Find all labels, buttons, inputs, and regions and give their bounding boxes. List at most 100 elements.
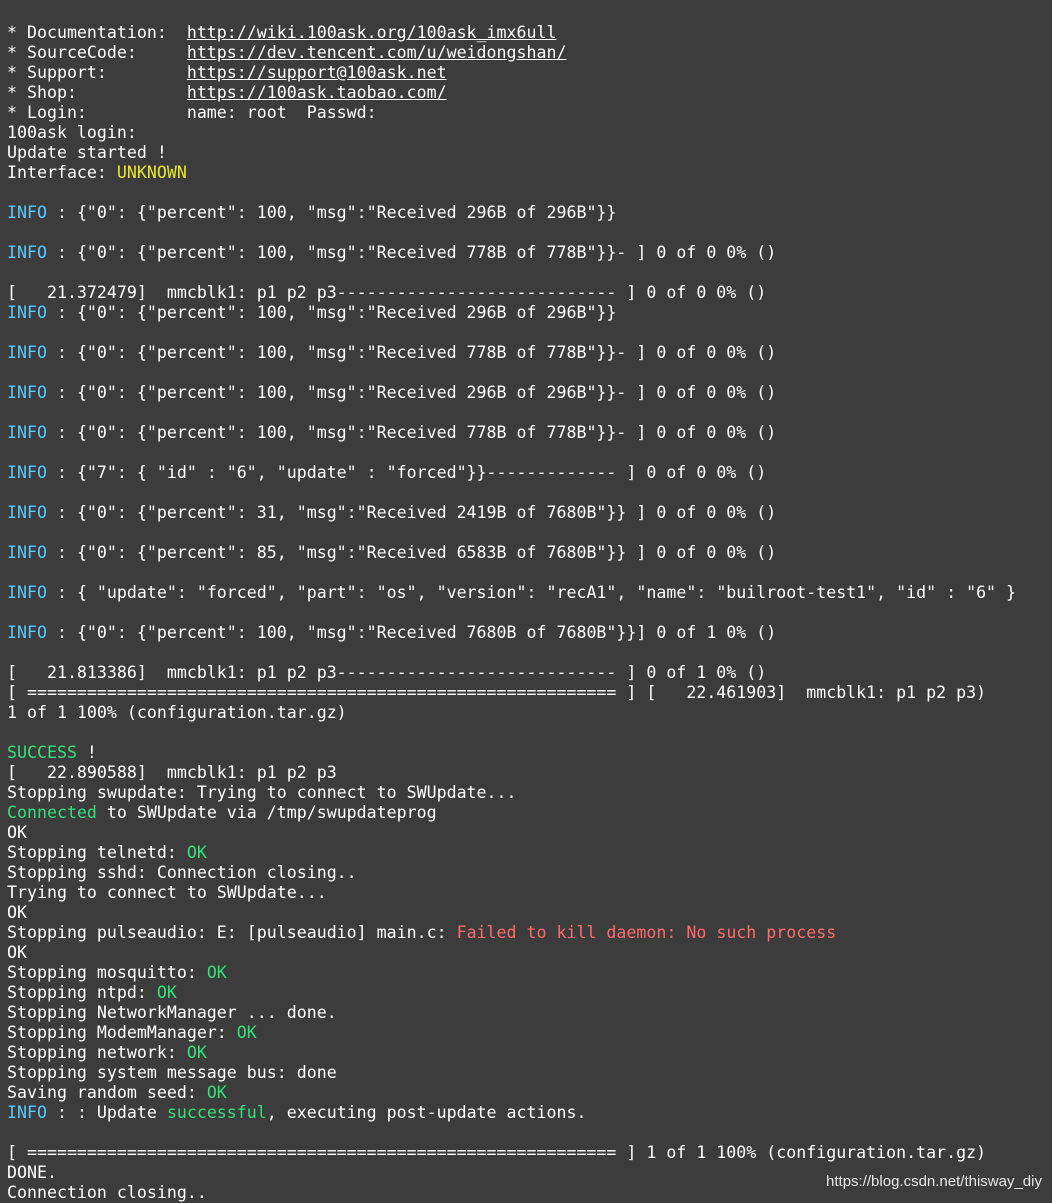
terminal-line: INFO : {"0": {"percent": 100, "msg":"Rec… bbox=[7, 623, 1052, 643]
terminal-link[interactable]: https://support@100ask.net bbox=[187, 63, 447, 82]
terminal-line: [ 21.813386] mmcblk1: p1 p2 p3----------… bbox=[7, 663, 1052, 683]
terminal-text: OK bbox=[206, 1083, 227, 1102]
terminal-line: [ 21.372479] mmcblk1: p1 p2 p3----------… bbox=[7, 283, 1052, 303]
terminal-text: OK bbox=[156, 983, 177, 1002]
terminal-text: : { "update": "forced", "part": "os", "v… bbox=[46, 583, 1017, 602]
terminal-line: INFO : {"0": {"percent": 100, "msg":"Rec… bbox=[7, 203, 1052, 223]
terminal-text: : {"0": {"percent": 100, "msg":"Received… bbox=[46, 383, 777, 402]
terminal-text: INFO bbox=[7, 463, 47, 482]
terminal-text: : : Update bbox=[46, 1103, 167, 1122]
terminal-text: Trying to connect to SWUpdate... bbox=[7, 883, 327, 902]
terminal-text: Stopping ntpd: bbox=[7, 983, 157, 1002]
terminal-text: INFO bbox=[7, 623, 47, 642]
terminal-line: * Support: https://support@100ask.net bbox=[7, 63, 1052, 83]
terminal-text: Saving random seed: bbox=[7, 1083, 207, 1102]
terminal-text: UNKNOWN bbox=[116, 163, 187, 182]
terminal-text: [ ======================================… bbox=[7, 683, 987, 702]
terminal-text: OK bbox=[7, 943, 27, 962]
terminal-text: : {"0": {"percent": 100, "msg":"Received… bbox=[46, 623, 777, 642]
terminal-text: INFO bbox=[7, 1103, 47, 1122]
terminal-line: INFO : : Update successful, executing po… bbox=[7, 1103, 1052, 1123]
terminal-text: Stopping ModemManager: bbox=[7, 1023, 237, 1042]
terminal-text: Stopping system message bus: done bbox=[7, 1063, 337, 1082]
terminal-line: OK bbox=[7, 903, 1052, 923]
terminal-text: OK bbox=[186, 843, 207, 862]
terminal-line: SUCCESS ! bbox=[7, 743, 1052, 763]
terminal-text: : {"0": {"percent": 31, "msg":"Received … bbox=[46, 503, 777, 522]
terminal-line: INFO : { "update": "forced", "part": "os… bbox=[7, 583, 1052, 603]
terminal-line: INFO : {"0": {"percent": 100, "msg":"Rec… bbox=[7, 303, 1052, 323]
terminal-line: 100ask login: bbox=[7, 123, 1052, 143]
terminal-line: [ 22.890588] mmcblk1: p1 p2 p3 bbox=[7, 763, 1052, 783]
terminal-text: successful bbox=[166, 1103, 267, 1122]
terminal-line: Stopping network: OK bbox=[7, 1043, 1052, 1063]
terminal-text: * Shop: bbox=[7, 83, 187, 102]
terminal-line: INFO : {"0": {"percent": 100, "msg":"Rec… bbox=[7, 423, 1052, 443]
terminal-line: INFO : {"0": {"percent": 85, "msg":"Rece… bbox=[7, 543, 1052, 563]
terminal-text: Stopping sshd: Connection closing.. bbox=[7, 863, 357, 882]
terminal-text: Stopping swupdate: Trying to connect to … bbox=[7, 783, 517, 802]
terminal-text: SUCCESS bbox=[7, 743, 77, 762]
terminal-line: Stopping ModemManager: OK bbox=[7, 1023, 1052, 1043]
terminal-text: : {"0": {"percent": 85, "msg":"Received … bbox=[46, 543, 777, 562]
terminal-text: * Support: bbox=[7, 63, 187, 82]
terminal-output[interactable]: * Documentation: http://wiki.100ask.org/… bbox=[0, 23, 1052, 1202]
terminal-line: * Documentation: http://wiki.100ask.org/… bbox=[7, 23, 1052, 43]
terminal-text: [ 22.890588] mmcblk1: p1 p2 p3 bbox=[7, 763, 337, 782]
terminal-line: Stopping ntpd: OK bbox=[7, 983, 1052, 1003]
terminal-text: DONE. bbox=[7, 1163, 57, 1182]
terminal-link[interactable]: http://wiki.100ask.org/100ask_imx6ull bbox=[187, 23, 557, 42]
terminal-text: ! bbox=[76, 743, 97, 762]
terminal-text: , executing post-update actions. bbox=[266, 1103, 587, 1122]
terminal-text: : {"0": {"percent": 100, "msg":"Received… bbox=[46, 343, 777, 362]
terminal-link[interactable]: https://dev.tencent.com/u/weidongshan/ bbox=[187, 43, 567, 62]
terminal-line: OK bbox=[7, 943, 1052, 963]
terminal-text: 100ask login: bbox=[7, 123, 137, 142]
terminal-text: Stopping pulseaudio: E: [pulseaudio] mai… bbox=[7, 923, 457, 942]
terminal-text: OK bbox=[236, 1023, 257, 1042]
terminal-text: INFO bbox=[7, 343, 47, 362]
terminal-text: : {"0": {"percent": 100, "msg":"Received… bbox=[46, 303, 617, 322]
terminal-text: INFO bbox=[7, 243, 47, 262]
terminal-line: Stopping NetworkManager ... done. bbox=[7, 1003, 1052, 1023]
terminal-line: Update started ! bbox=[7, 143, 1052, 163]
terminal-text: 1 of 1 100% (configuration.tar.gz) bbox=[7, 703, 347, 722]
terminal-text: Interface: bbox=[7, 163, 117, 182]
terminal-line: INFO : {"0": {"percent": 100, "msg":"Rec… bbox=[7, 343, 1052, 363]
terminal-line: [ ======================================… bbox=[7, 1143, 1052, 1163]
terminal-text: [ 21.813386] mmcblk1: p1 p2 p3----------… bbox=[7, 663, 767, 682]
terminal-line: * Shop: https://100ask.taobao.com/ bbox=[7, 83, 1052, 103]
terminal-line: * Login: name: root Passwd: bbox=[7, 103, 1052, 123]
terminal-text: : {"0": {"percent": 100, "msg":"Received… bbox=[46, 423, 777, 442]
terminal-link[interactable]: https://100ask.taobao.com/ bbox=[187, 83, 447, 102]
terminal-line: Stopping pulseaudio: E: [pulseaudio] mai… bbox=[7, 923, 1052, 943]
terminal-line: INFO : {"0": {"percent": 100, "msg":"Rec… bbox=[7, 243, 1052, 263]
terminal-text: * Documentation: bbox=[7, 23, 187, 42]
terminal-text: INFO bbox=[7, 303, 47, 322]
terminal-text: to SWUpdate via /tmp/swupdateprog bbox=[96, 803, 437, 822]
terminal-text: INFO bbox=[7, 383, 47, 402]
terminal-text: INFO bbox=[7, 583, 47, 602]
terminal-text: INFO bbox=[7, 203, 47, 222]
terminal-text: INFO bbox=[7, 423, 47, 442]
terminal-text: [ 21.372479] mmcblk1: p1 p2 p3----------… bbox=[7, 283, 767, 302]
terminal-line: * SourceCode: https://dev.tencent.com/u/… bbox=[7, 43, 1052, 63]
terminal-line: INFO : {"0": {"percent": 100, "msg":"Rec… bbox=[7, 383, 1052, 403]
terminal-line: Trying to connect to SWUpdate... bbox=[7, 883, 1052, 903]
terminal-text: Update started ! bbox=[7, 143, 167, 162]
terminal-text: Stopping telnetd: bbox=[7, 843, 187, 862]
terminal-text: Stopping network: bbox=[7, 1043, 187, 1062]
terminal-text: : {"0": {"percent": 100, "msg":"Received… bbox=[46, 243, 777, 262]
terminal-text: OK bbox=[7, 903, 27, 922]
terminal-line: 1 of 1 100% (configuration.tar.gz) bbox=[7, 703, 1052, 723]
terminal-line: INFO : {"0": {"percent": 31, "msg":"Rece… bbox=[7, 503, 1052, 523]
terminal-text: * SourceCode: bbox=[7, 43, 187, 62]
terminal-line: [ ======================================… bbox=[7, 683, 1052, 703]
